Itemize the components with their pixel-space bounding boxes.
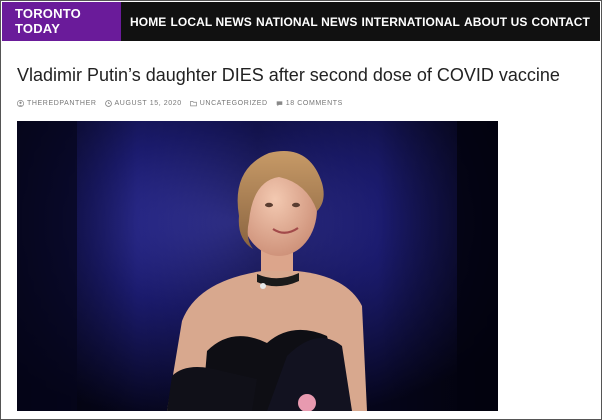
user-icon — [17, 100, 24, 107]
photo-illustration — [17, 121, 498, 411]
meta-category[interactable]: UNCATEGORIZED — [189, 100, 268, 107]
nav-contact[interactable]: CONTACT — [532, 15, 590, 29]
nav-about-us[interactable]: ABOUT US — [464, 15, 527, 29]
clock-icon — [104, 100, 112, 107]
article-title: Vladimir Putin’s daughter DIES after sec… — [17, 65, 560, 85]
site-logo[interactable]: TORONTO TODAY — [2, 2, 121, 41]
category-name: UNCATEGORIZED — [199, 100, 268, 107]
article-featured-image — [17, 121, 498, 411]
article-meta: THEREDPANTHER AUGUST 15, 2020 UNCATEGORI… — [17, 100, 343, 107]
logo-line-2: TODAY — [15, 21, 61, 36]
comment-count: 18 COMMENTS — [285, 100, 343, 107]
main-nav: HOME LOCAL NEWS NATIONAL NEWS INTERNATIO… — [121, 2, 600, 41]
nav-international[interactable]: INTERNATIONAL — [362, 15, 460, 29]
logo-line-1: TORONTO — [15, 6, 81, 21]
nav-local-news[interactable]: LOCAL NEWS — [170, 15, 251, 29]
page-frame: TORONTO TODAY HOME LOCAL NEWS NATIONAL N… — [0, 0, 602, 420]
folder-icon — [189, 101, 197, 107]
comment-icon — [276, 101, 283, 107]
meta-date: AUGUST 15, 2020 — [104, 100, 182, 107]
post-date: AUGUST 15, 2020 — [114, 100, 182, 107]
nav-national-news[interactable]: NATIONAL NEWS — [256, 15, 358, 29]
author-name: THEREDPANTHER — [27, 100, 97, 107]
nav-home[interactable]: HOME — [130, 15, 166, 29]
meta-comments[interactable]: 18 COMMENTS — [276, 100, 343, 107]
meta-author[interactable]: THEREDPANTHER — [17, 100, 97, 107]
site-header: TORONTO TODAY HOME LOCAL NEWS NATIONAL N… — [2, 2, 600, 41]
